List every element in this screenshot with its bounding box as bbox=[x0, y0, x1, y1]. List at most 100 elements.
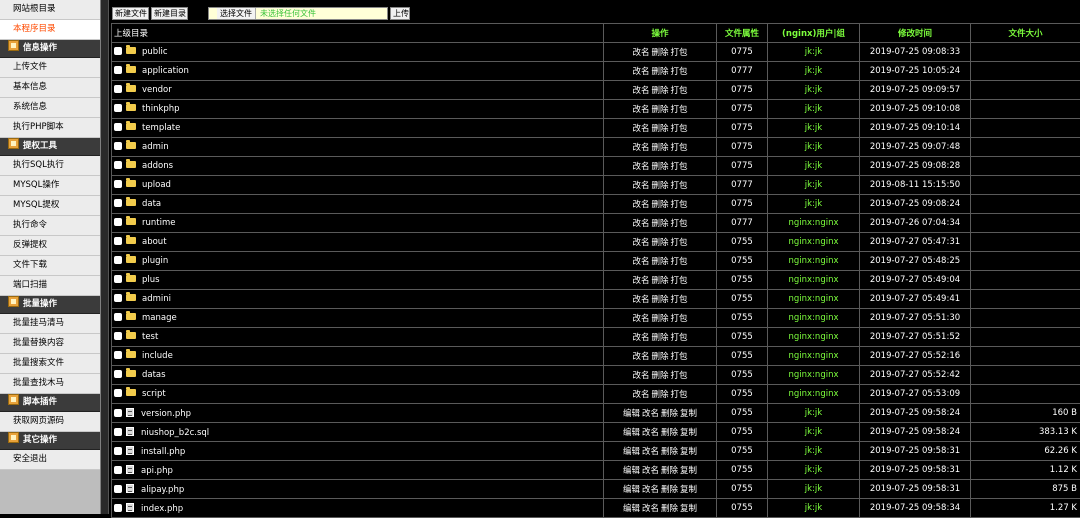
sidebar-item[interactable]: MYSQL操作 bbox=[0, 176, 100, 196]
action-link[interactable]: 改名 bbox=[632, 67, 649, 77]
select-checkbox[interactable] bbox=[114, 218, 122, 226]
modified-time-link[interactable]: 2019-07-27 05:51:52 bbox=[860, 328, 971, 347]
action-link[interactable]: 删除 bbox=[661, 504, 678, 514]
sidebar-item[interactable]: 批量搜索文件 bbox=[0, 354, 100, 374]
permission-link[interactable]: 0755 bbox=[717, 499, 768, 518]
permission-link[interactable]: 0775 bbox=[717, 100, 768, 119]
folder-name-link[interactable]: application bbox=[142, 66, 189, 76]
new-folder-button[interactable]: 新建目录 bbox=[151, 7, 188, 20]
folder-name-link[interactable]: about bbox=[142, 237, 167, 247]
sidebar-item[interactable]: 执行SQL执行 bbox=[0, 156, 100, 176]
action-link[interactable]: 编辑 bbox=[623, 447, 640, 457]
permission-link[interactable]: 0777 bbox=[717, 176, 768, 195]
select-checkbox[interactable] bbox=[114, 504, 122, 512]
select-checkbox[interactable] bbox=[114, 389, 122, 397]
permission-link[interactable]: 0755 bbox=[717, 423, 768, 442]
action-link[interactable]: 改名 bbox=[642, 428, 659, 438]
permission-link[interactable]: 0755 bbox=[717, 442, 768, 461]
action-link[interactable]: 编辑 bbox=[623, 466, 640, 476]
sidebar-item[interactable]: MYSQL提权 bbox=[0, 196, 100, 216]
action-link[interactable]: 复制 bbox=[680, 409, 697, 419]
action-link[interactable]: 删除 bbox=[651, 257, 668, 267]
permission-link[interactable]: 0755 bbox=[717, 461, 768, 480]
action-link[interactable]: 复制 bbox=[680, 504, 697, 514]
modified-time-link[interactable]: 2019-07-27 05:52:16 bbox=[860, 347, 971, 366]
action-link[interactable]: 删除 bbox=[661, 485, 678, 495]
folder-name-link[interactable]: plugin bbox=[142, 256, 168, 266]
modified-time-link[interactable]: 2019-07-25 09:58:31 bbox=[860, 461, 971, 480]
folder-name-link[interactable]: script bbox=[142, 389, 166, 399]
action-link[interactable]: 打包 bbox=[671, 333, 688, 343]
permission-link[interactable]: 0755 bbox=[717, 328, 768, 347]
folder-name-link[interactable]: template bbox=[142, 123, 180, 133]
action-link[interactable]: 改名 bbox=[632, 238, 649, 248]
action-link[interactable]: 改名 bbox=[632, 276, 649, 286]
folder-name-link[interactable]: test bbox=[142, 332, 158, 342]
permission-link[interactable]: 0775 bbox=[717, 119, 768, 138]
action-link[interactable]: 删除 bbox=[651, 124, 668, 134]
file-name-link[interactable]: version.php bbox=[141, 409, 191, 419]
folder-name-link[interactable]: vendor bbox=[142, 85, 172, 95]
action-link[interactable]: 删除 bbox=[651, 333, 668, 343]
action-link[interactable]: 打包 bbox=[671, 295, 688, 305]
folder-name-link[interactable]: manage bbox=[142, 313, 177, 323]
action-link[interactable]: 改名 bbox=[642, 409, 659, 419]
modified-time-link[interactable]: 2019-07-27 05:49:41 bbox=[860, 290, 971, 309]
action-link[interactable]: 打包 bbox=[671, 200, 688, 210]
action-link[interactable]: 改名 bbox=[642, 466, 659, 476]
select-checkbox[interactable] bbox=[114, 256, 122, 264]
permission-link[interactable]: 0775 bbox=[717, 81, 768, 100]
action-link[interactable]: 打包 bbox=[671, 162, 688, 172]
folder-name-link[interactable]: include bbox=[142, 351, 173, 361]
action-link[interactable]: 编辑 bbox=[623, 428, 640, 438]
modified-time-link[interactable]: 2019-07-27 05:48:25 bbox=[860, 252, 971, 271]
action-link[interactable]: 改名 bbox=[632, 124, 649, 134]
modified-time-link[interactable]: 2019-07-25 09:58:34 bbox=[860, 499, 971, 518]
select-checkbox[interactable] bbox=[114, 199, 122, 207]
folder-name-link[interactable]: thinkphp bbox=[142, 104, 180, 114]
modified-time-link[interactable]: 2019-07-25 09:08:24 bbox=[860, 195, 971, 214]
select-checkbox[interactable] bbox=[114, 104, 122, 112]
folder-name-link[interactable]: upload bbox=[142, 180, 171, 190]
sidebar-item[interactable]: 本程序目录 bbox=[0, 20, 100, 40]
action-link[interactable]: 编辑 bbox=[623, 409, 640, 419]
file-name-link[interactable]: niushop_b2c.sql bbox=[141, 428, 209, 438]
action-link[interactable]: 删除 bbox=[651, 238, 668, 248]
sidebar-item[interactable]: 系统信息 bbox=[0, 98, 100, 118]
select-checkbox[interactable] bbox=[114, 332, 122, 340]
folder-name-link[interactable]: plus bbox=[142, 275, 160, 285]
action-link[interactable]: 打包 bbox=[671, 352, 688, 362]
modified-time-link[interactable]: 2019-07-25 09:58:24 bbox=[860, 404, 971, 423]
permission-link[interactable]: 0775 bbox=[717, 43, 768, 62]
modified-time-link[interactable]: 2019-07-27 05:47:31 bbox=[860, 233, 971, 252]
action-link[interactable]: 改名 bbox=[632, 295, 649, 305]
select-checkbox[interactable] bbox=[114, 123, 122, 131]
action-link[interactable]: 打包 bbox=[671, 124, 688, 134]
modified-time-link[interactable]: 2019-07-25 09:10:14 bbox=[860, 119, 971, 138]
action-link[interactable]: 改名 bbox=[642, 485, 659, 495]
modified-time-link[interactable]: 2019-07-27 05:51:30 bbox=[860, 309, 971, 328]
permission-link[interactable]: 0755 bbox=[717, 366, 768, 385]
action-link[interactable]: 删除 bbox=[651, 276, 668, 286]
action-link[interactable]: 删除 bbox=[661, 447, 678, 457]
sidebar-item[interactable]: 端口扫描 bbox=[0, 276, 100, 296]
action-link[interactable]: 复制 bbox=[680, 428, 697, 438]
upload-file-input[interactable]: 选择文件未选择任何文件 bbox=[208, 7, 388, 20]
parent-directory-link[interactable]: 上级目录 bbox=[112, 24, 604, 43]
sidebar-item[interactable]: 安全退出 bbox=[0, 450, 100, 470]
select-checkbox[interactable] bbox=[114, 485, 122, 493]
new-file-button[interactable]: 新建文件 bbox=[112, 7, 149, 20]
action-link[interactable]: 打包 bbox=[671, 48, 688, 58]
action-link[interactable]: 改名 bbox=[632, 86, 649, 96]
modified-time-link[interactable]: 2019-07-25 09:07:48 bbox=[860, 138, 971, 157]
upload-button[interactable]: 上传 bbox=[390, 7, 410, 20]
modified-time-link[interactable]: 2019-07-27 05:49:04 bbox=[860, 271, 971, 290]
modified-time-link[interactable]: 2019-07-25 09:08:28 bbox=[860, 157, 971, 176]
sidebar-item[interactable]: 批量替换内容 bbox=[0, 334, 100, 354]
modified-time-link[interactable]: 2019-07-25 09:58:24 bbox=[860, 423, 971, 442]
action-link[interactable]: 打包 bbox=[671, 105, 688, 115]
permission-link[interactable]: 0755 bbox=[717, 404, 768, 423]
action-link[interactable]: 改名 bbox=[632, 162, 649, 172]
folder-name-link[interactable]: admini bbox=[142, 294, 171, 304]
action-link[interactable]: 打包 bbox=[671, 219, 688, 229]
